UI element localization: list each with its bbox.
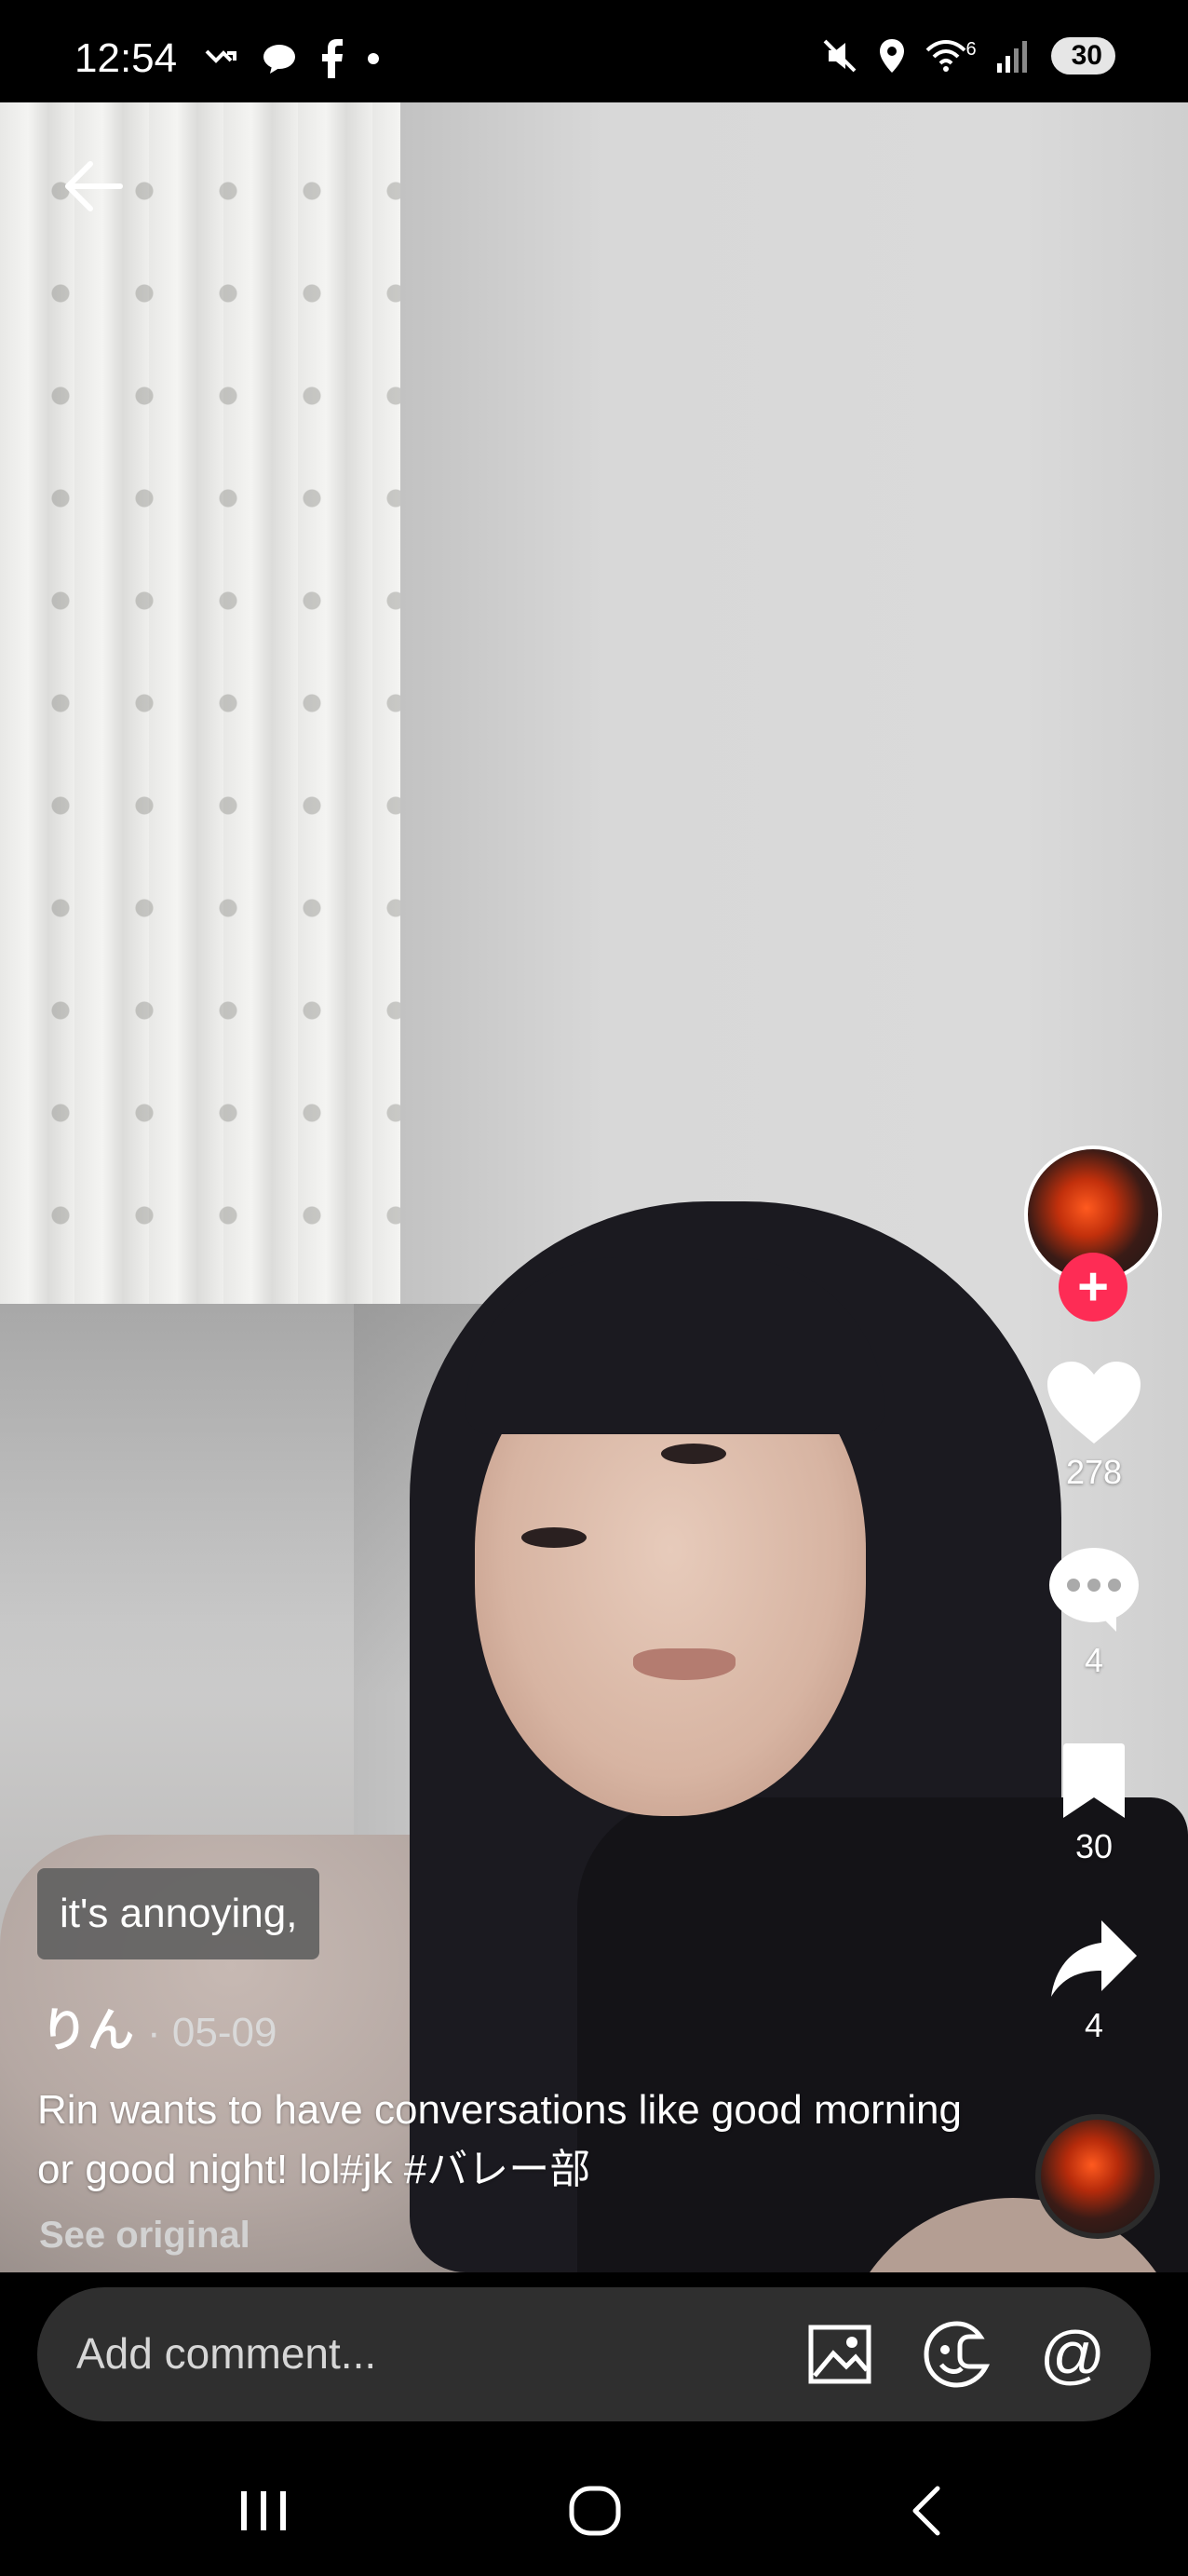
status-left-icons	[203, 39, 380, 78]
location-icon	[879, 39, 904, 73]
post-description: Rin wants to have conversations like goo…	[37, 2087, 962, 2192]
save-count: 30	[1074, 1827, 1114, 1865]
follow-button[interactable]: +	[1059, 1253, 1127, 1322]
wifi-indicator: 6	[925, 39, 977, 73]
comment-placeholder[interactable]: Add comment...	[76, 2328, 376, 2379]
status-bar: 12:54 6 30	[0, 0, 1188, 102]
status-right-icons: 6 30	[821, 37, 1115, 75]
recent-apps-button[interactable]	[212, 2464, 315, 2557]
author-line: りん · 05-09	[41, 1993, 277, 2060]
author-name[interactable]: りん	[41, 1993, 134, 2060]
battery-icon: 30	[1050, 37, 1115, 75]
mute-icon	[823, 39, 856, 73]
home-button[interactable]	[544, 2464, 646, 2557]
person-eye	[661, 1444, 726, 1464]
status-time: 12:54	[74, 35, 178, 81]
signal-icon	[996, 41, 1027, 73]
chevron-left-icon	[912, 2486, 940, 2536]
comment-button[interactable]: 4	[1033, 1546, 1154, 1680]
emoji-icon	[924, 2321, 991, 2388]
plus-icon: +	[1077, 1256, 1109, 1317]
heart-icon	[1047, 1362, 1141, 1444]
curtain-pattern	[0, 102, 400, 1304]
dot-icon	[368, 53, 379, 64]
person-eye	[521, 1527, 587, 1548]
missed-call-icon	[205, 49, 236, 63]
share-arrow-icon	[1051, 1920, 1137, 1997]
save-button[interactable]: 30	[1033, 1742, 1154, 1866]
curtain	[0, 102, 400, 1304]
share-count: 4	[1084, 2006, 1104, 2044]
back-button[interactable]	[56, 149, 130, 224]
system-back-button[interactable]	[875, 2464, 978, 2557]
bookmark-icon	[1063, 1743, 1125, 1818]
comment-bubble-icon	[1049, 1548, 1139, 1632]
like-count: 278	[1065, 1453, 1123, 1491]
recent-apps-icon	[241, 2491, 286, 2530]
video-subtitle: it's annoying,	[37, 1868, 320, 1959]
like-button[interactable]: 278	[1033, 1360, 1154, 1492]
image-picker-button[interactable]	[803, 2317, 877, 2392]
wifi-icon	[925, 40, 965, 72]
image-icon	[808, 2325, 871, 2384]
comment-count: 4	[1084, 1641, 1104, 1679]
chat-bubble-icon	[263, 45, 295, 74]
at-icon: @	[1039, 2318, 1106, 2391]
wifi-label: 6	[965, 39, 977, 60]
person-mouth	[633, 1648, 736, 1680]
music-disc[interactable]	[1035, 2114, 1160, 2239]
video-subtitle-text: it's annoying,	[60, 1891, 298, 1936]
emoji-button[interactable]	[920, 2317, 994, 2392]
share-button[interactable]: 4	[1033, 1918, 1154, 2045]
mention-button[interactable]: @	[1035, 2317, 1110, 2392]
see-original-link[interactable]: See original	[39, 2215, 250, 2257]
facebook-icon	[322, 39, 343, 78]
home-icon	[569, 2486, 621, 2536]
arrow-left-icon	[65, 161, 123, 211]
post-date: · 05-09	[147, 2010, 277, 2055]
